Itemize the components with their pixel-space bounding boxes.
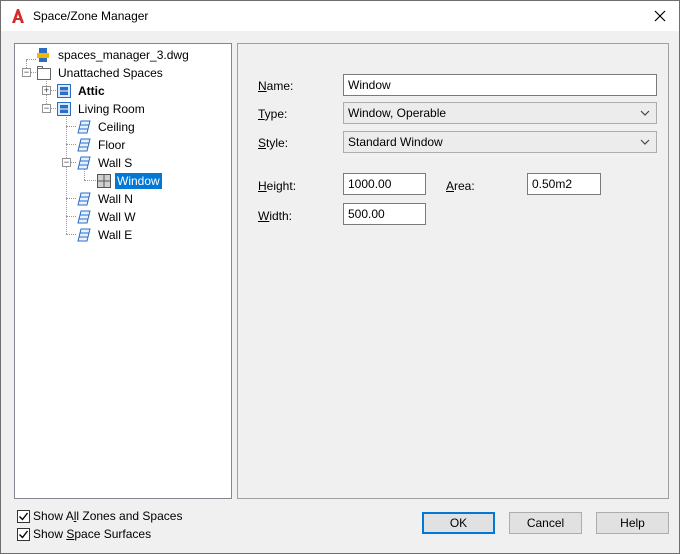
checkmark-icon	[19, 530, 29, 539]
checkmark-icon	[19, 512, 29, 521]
type-label: Type:	[258, 107, 288, 121]
tree-item-wall-s[interactable]: Wall S	[76, 154, 134, 172]
width-field[interactable]: 500.00	[343, 203, 426, 225]
tree-item-attic[interactable]: Attic	[56, 82, 107, 100]
height-field[interactable]: 1000.00	[343, 173, 426, 195]
area-field[interactable]: 0.50m2	[527, 173, 601, 195]
zone-icon	[57, 84, 71, 98]
show-space-surfaces-checkbox[interactable]	[17, 527, 30, 541]
surface-icon	[77, 210, 91, 224]
collapse-toggle-wall-s[interactable]: −	[62, 158, 71, 167]
chevron-down-icon	[640, 110, 650, 116]
surface-icon	[77, 156, 91, 170]
tree-item-unattached-spaces[interactable]: Unattached Spaces	[36, 64, 165, 82]
area-label: Area:	[446, 179, 475, 193]
surface-icon	[77, 228, 91, 242]
show-space-surfaces-checkbox-row[interactable]: Show Space Surfaces	[17, 527, 151, 541]
style-label: Style:	[258, 136, 289, 150]
tree-item-label: Living Room	[78, 102, 145, 116]
tree-item-floor[interactable]: Floor	[76, 136, 127, 154]
tree-item-wall-w[interactable]: Wall W	[76, 208, 138, 226]
chevron-down-icon	[640, 139, 650, 145]
width-label: Width:	[258, 209, 293, 223]
tree-item-wall-e[interactable]: Wall E	[76, 226, 134, 244]
space-zone-manager-dialog: Space/Zone Manager − + − − spaces_manage…	[0, 0, 680, 554]
show-all-zones-checkbox[interactable]	[17, 509, 30, 523]
title-bar: Space/Zone Manager	[1, 1, 679, 31]
ok-button[interactable]: OK	[422, 512, 495, 534]
help-button[interactable]: Help	[596, 512, 669, 534]
collapse-toggle-unattached[interactable]: −	[22, 68, 31, 77]
show-all-zones-checkbox-row[interactable]: Show All Zones and Spaces	[17, 509, 182, 523]
window-opening-icon	[97, 174, 111, 188]
tree-item-label: Wall E	[98, 228, 133, 242]
tree-item-living-room[interactable]: Living Room	[56, 100, 147, 118]
tree-item-label: Attic	[78, 84, 105, 98]
cancel-button[interactable]: Cancel	[509, 512, 582, 534]
tree-item-drawing[interactable]: spaces_manager_3.dwg	[36, 46, 191, 64]
surface-icon	[77, 138, 91, 152]
collapse-toggle-living-room[interactable]: −	[42, 104, 51, 113]
close-icon	[654, 10, 666, 22]
height-label: Height:	[258, 179, 297, 193]
window-title: Space/Zone Manager	[33, 9, 149, 23]
type-dropdown[interactable]: Window, Operable	[343, 102, 657, 124]
show-space-surfaces-label: Show Space Surfaces	[33, 527, 152, 541]
tree-item-label: spaces_manager_3.dwg	[58, 48, 189, 62]
surface-icon	[77, 120, 91, 134]
show-all-zones-label: Show All Zones and Spaces	[33, 509, 183, 523]
folder-icon	[37, 66, 51, 80]
autocad-logo-icon	[12, 9, 24, 23]
style-dropdown-value: Standard Window	[348, 135, 443, 149]
surface-icon	[77, 192, 91, 206]
properties-panel: Name: Window Type: Window, Operable Styl…	[237, 43, 669, 499]
tree-item-label: Ceiling	[98, 120, 135, 134]
tree-item-label: Wall W	[98, 210, 136, 224]
name-field[interactable]: Window	[343, 74, 657, 96]
expand-toggle-attic[interactable]: +	[42, 86, 51, 95]
space-tree[interactable]: − + − − spaces_manager_3.dwg Unattached …	[14, 43, 232, 499]
tree-item-label: Wall S	[98, 156, 133, 170]
tree-item-wall-n[interactable]: Wall N	[76, 190, 135, 208]
style-dropdown[interactable]: Standard Window	[343, 131, 657, 153]
type-dropdown-value: Window, Operable	[348, 106, 447, 120]
tree-item-window[interactable]: Window	[96, 172, 162, 190]
drawing-file-icon	[37, 48, 49, 62]
tree-item-label: Window	[115, 173, 162, 189]
tree-item-ceiling[interactable]: Ceiling	[76, 118, 137, 136]
name-label: Name:	[258, 79, 294, 93]
tree-item-label: Wall N	[98, 192, 133, 206]
zone-icon	[57, 102, 71, 116]
tree-item-label: Floor	[98, 138, 126, 152]
close-button[interactable]	[649, 5, 671, 27]
tree-item-label: Unattached Spaces	[58, 66, 163, 80]
